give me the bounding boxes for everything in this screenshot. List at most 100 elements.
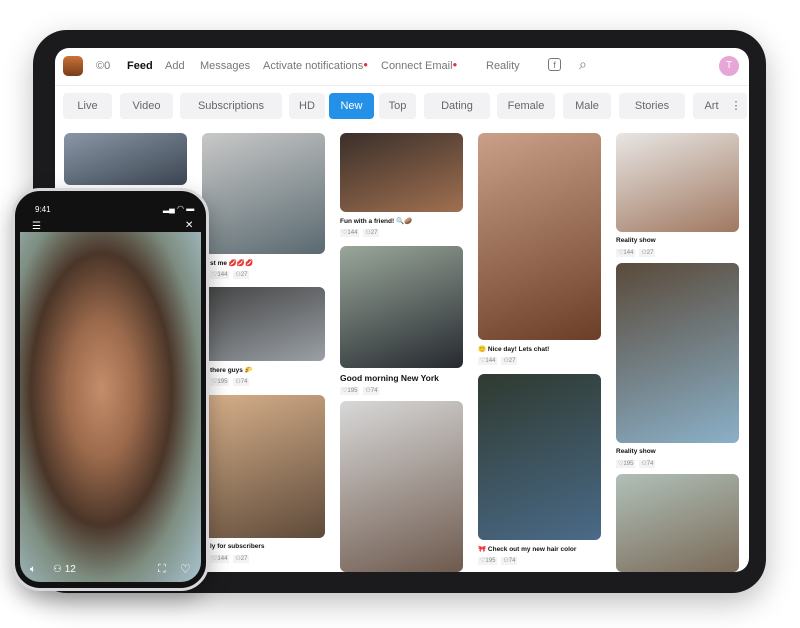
views-value: 27 [508, 358, 516, 364]
menu-icon[interactable]: ☰ [32, 221, 41, 232]
status-icons: ▂▄ ◠ ▬ [163, 204, 195, 213]
viewers-value: 12 [64, 564, 76, 575]
likes-count[interactable]: ♡144 [210, 271, 230, 279]
feed-card-image[interactable] [202, 133, 325, 254]
avatar[interactable]: T [719, 56, 739, 76]
heart-icon[interactable]: ♡ [180, 562, 191, 576]
feed-card-image[interactable] [340, 401, 463, 572]
likes-value: 144 [347, 230, 358, 236]
tab-subscriptions[interactable]: Subscriptions [180, 93, 282, 119]
card-caption: st me 💋💋💋 [210, 260, 254, 267]
viewers-count: ⚇27 [363, 229, 380, 237]
nav-feed[interactable]: Feed [127, 60, 153, 72]
feed-card-image[interactable] [340, 133, 463, 212]
likes-count[interactable]: ♡144 [340, 229, 360, 237]
close-icon[interactable]: ✕ [185, 220, 193, 231]
feed-card-image[interactable] [616, 474, 739, 572]
feed-card-image[interactable] [340, 246, 463, 368]
card-caption: Fun with a friend! 🔍🥔 [340, 218, 413, 225]
card-caption: Reality show [616, 448, 656, 455]
app-logo[interactable] [63, 56, 83, 76]
alert-dot: ● [363, 60, 369, 69]
alert-dot: ● [452, 60, 458, 69]
tab-top[interactable]: Top [379, 93, 416, 119]
likes-value: 195 [217, 379, 228, 385]
top-nav: ©0 Feed Add Messages Activate notificati… [55, 48, 749, 86]
likes-count[interactable]: ♡195 [478, 557, 498, 565]
views-value: 27 [240, 272, 248, 278]
viewers-count: ⚇74 [639, 460, 656, 468]
views-value: 27 [370, 230, 378, 236]
likes-value: 144 [217, 272, 228, 278]
likes-value: 195 [485, 558, 496, 564]
viewers-count: ⚇27 [639, 249, 656, 257]
feed-card-image[interactable] [478, 374, 601, 540]
tab-new[interactable]: New [329, 93, 374, 119]
viewers-count: ⚇27 [233, 271, 250, 279]
likes-count[interactable]: ♡195 [616, 460, 636, 468]
tab-female[interactable]: Female [497, 93, 555, 119]
views-value: 27 [240, 556, 248, 562]
card-stats: ♡144 ⚇27 [210, 555, 253, 563]
card-stats: ♡144 ⚇27 [478, 357, 521, 365]
likes-count[interactable]: ♡144 [210, 555, 230, 563]
tab-hd[interactable]: HD [289, 93, 325, 119]
viewers-count: ⚇74 [233, 378, 250, 386]
likes-value: 195 [347, 388, 358, 394]
card-stats: ♡195 ⚇74 [478, 557, 521, 565]
tab-live[interactable]: Live [63, 93, 112, 119]
card-caption: there guys 🌮 [210, 367, 253, 374]
story-photo [20, 232, 201, 582]
card-stats: ♡144 ⚇27 [210, 271, 253, 279]
label: Connect Email [381, 60, 453, 72]
likes-value: 144 [217, 556, 228, 562]
nav-activate-notifications[interactable]: Activate notifications● [263, 60, 368, 72]
viewers-count: ⚇ 12 [53, 564, 76, 575]
tab-stories[interactable]: Stories [619, 93, 685, 119]
card-caption: Reality show [616, 237, 656, 244]
card-caption: 🎀 Check out my new hair color [478, 546, 577, 553]
coins-counter[interactable]: ©0 [96, 60, 110, 72]
viewers-count: ⚇27 [233, 555, 250, 563]
nav-messages[interactable]: Messages [200, 60, 250, 72]
card-stats: ♡195 ⚇74 [616, 460, 659, 468]
feed-card-image[interactable] [202, 395, 325, 538]
viewers-count: ⚇27 [501, 357, 518, 365]
tab-male[interactable]: Male [563, 93, 611, 119]
views-value: 74 [646, 461, 654, 467]
tab-video[interactable]: Video [120, 93, 173, 119]
sound-icon[interactable]: 🔈︎ [30, 564, 36, 575]
fullscreen-icon[interactable]: ⛶ [158, 563, 166, 576]
feed-card-image[interactable] [64, 133, 187, 185]
likes-count[interactable]: ♡144 [616, 249, 636, 257]
nav-connect-email[interactable]: Connect Email● [381, 60, 457, 72]
likes-count[interactable]: ♡144 [478, 357, 498, 365]
nav-add[interactable]: Add [165, 60, 185, 72]
card-stats: ♡144 ⚇27 [340, 229, 383, 237]
label: Activate notifications [263, 60, 364, 72]
views-value: 27 [646, 250, 654, 256]
nav-reality[interactable]: Reality [486, 60, 520, 72]
likes-count[interactable]: ♡195 [340, 387, 360, 395]
likes-value: 195 [623, 461, 634, 467]
feed-card-image[interactable] [478, 133, 601, 340]
viewers-count: ⚇74 [363, 387, 380, 395]
tab-dating[interactable]: Dating [424, 93, 490, 119]
card-caption: Good morning New York [340, 373, 439, 383]
likes-value: 144 [623, 250, 634, 256]
more-icon[interactable]: ⋮ [725, 93, 747, 119]
card-stats: ♡195 ⚇74 [210, 378, 253, 386]
card-caption: 🙂 Nice day! Lets chat! [478, 346, 550, 353]
card-stats: ♡195 ⚇74 [340, 387, 383, 395]
facebook-icon[interactable]: f [548, 58, 561, 71]
feed-card-image[interactable] [616, 133, 739, 232]
search-icon[interactable]: ⌕ [579, 56, 587, 73]
card-caption: ly for subscribers [210, 543, 265, 550]
feed-card-image[interactable] [616, 263, 739, 443]
views-value: 74 [240, 379, 248, 385]
card-stats: ♡144 ⚇27 [616, 249, 659, 257]
feed-card-image[interactable] [202, 287, 325, 361]
phone-screen: 9:41 ▂▄ ◠ ▬ ☰ ✕ 🔈︎ ⚇ 12 ⛶ ♡ [20, 198, 201, 582]
likes-value: 144 [485, 358, 496, 364]
likes-count[interactable]: ♡195 [210, 378, 230, 386]
